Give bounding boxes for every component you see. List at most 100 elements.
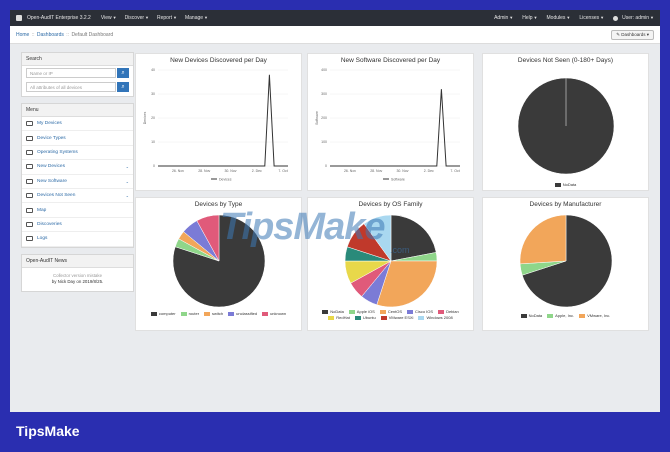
caret-down-icon: ▼ xyxy=(145,15,149,20)
nav-manage[interactable]: Manage▼ xyxy=(185,15,208,21)
menu-item-4[interactable]: New Software ⌄ xyxy=(22,175,133,189)
legend-item[interactable]: unclassified xyxy=(228,311,257,316)
x-tick-label: 30. Nov xyxy=(224,169,236,173)
news-panel-title: Open-AudIT News xyxy=(22,254,133,268)
legend-item[interactable]: computer xyxy=(150,311,176,316)
legend-swatch xyxy=(354,315,361,320)
menu-item-8[interactable]: Logs xyxy=(22,232,133,247)
nav-licenses[interactable]: Licenses▼ xyxy=(579,15,604,21)
menu-item-5[interactable]: Devices Not Seen ⌄ xyxy=(22,189,133,204)
nav-view[interactable]: View▼ xyxy=(101,15,117,21)
legend-item[interactable]: NoData xyxy=(322,309,344,314)
caret-down-icon: ▼ xyxy=(533,15,538,20)
legend-swatch xyxy=(418,315,425,320)
legend-label: VMware, Inc. xyxy=(587,313,611,318)
menu-item-0[interactable]: My Devices xyxy=(22,117,133,132)
legend-swatch xyxy=(180,311,187,316)
legend-swatch xyxy=(380,315,387,320)
y-tick-label: 30 xyxy=(151,92,155,96)
menu-item-label: Discoveries xyxy=(37,221,62,227)
legend-item[interactable]: switch xyxy=(204,311,223,316)
chart-legend: NoData Apple iOS CentOS Cisco IOS Debian RedH… xyxy=(308,309,473,320)
menu-item-label: Map xyxy=(37,207,47,213)
legend-item[interactable]: RedHat xyxy=(328,315,350,320)
chart-legend: NoData Apple, Inc. VMware, Inc. xyxy=(483,313,648,318)
monitor-icon xyxy=(26,121,33,127)
x-tick-label: 28. Nov xyxy=(198,169,210,173)
chart-card-by-manufacturer: Devices by Manufacturer NoData Apple, Inc… xyxy=(482,197,649,331)
watermark-logo: TipsMake xyxy=(220,206,385,248)
menu-item-6[interactable]: Map xyxy=(22,203,133,218)
legend-label: NoData xyxy=(330,309,344,314)
legend-label: Apple, Inc. xyxy=(555,313,575,318)
legend-item[interactable]: Apple, Inc. xyxy=(547,313,574,318)
news-panel: Open-AudIT News Collector version mistak… xyxy=(21,253,134,292)
legend-item[interactable]: CentOS xyxy=(379,309,403,314)
legend-item[interactable]: NoData xyxy=(520,313,542,318)
legend-item[interactable]: VMware ESXi xyxy=(380,315,414,320)
x-tick-label: 2. Dec xyxy=(424,169,434,173)
legend-label: VMware ESXi xyxy=(388,315,414,320)
footer-brand: TipsMake xyxy=(16,423,80,439)
legend-label: CentOS xyxy=(387,309,403,314)
caret-down-icon: ▼ xyxy=(600,15,605,20)
legend-label: Ubuntu xyxy=(362,315,376,320)
search-icon[interactable]: ⌕ xyxy=(117,68,129,78)
legend-swatch xyxy=(547,313,554,318)
legend-item[interactable]: Ubuntu xyxy=(354,315,376,320)
pie-slice xyxy=(519,214,567,265)
chart-card-new-software: New Software Discovered per Day 0 100 200 3… xyxy=(307,53,474,191)
y-tick-label: 400 xyxy=(321,68,327,72)
legend-item[interactable]: NoData xyxy=(554,182,576,187)
legend-swatch xyxy=(348,309,355,314)
legend-item[interactable]: Cisco IOS xyxy=(407,309,433,314)
x-tick-label: 30. Nov xyxy=(396,169,408,173)
legend-label: Software xyxy=(391,178,405,182)
chevron-down-icon[interactable]: ⌄ xyxy=(126,164,129,169)
legend-item[interactable]: router xyxy=(180,311,199,316)
pie-chart-by-manufacturer xyxy=(519,214,613,308)
legend-swatch xyxy=(150,311,157,316)
chevron-down-icon[interactable]: ⌄ xyxy=(126,179,129,184)
menu-item-2[interactable]: Operating Systems xyxy=(22,146,133,161)
breadcrumb-home[interactable]: Home xyxy=(16,32,29,38)
y-axis-label: Devices xyxy=(143,112,147,125)
legend-item[interactable]: Windows 2008 xyxy=(418,315,453,320)
legend-item[interactable]: Debian xyxy=(438,309,459,314)
chart-legend: NoData xyxy=(483,182,648,187)
y-tick-label: 300 xyxy=(321,92,327,96)
legend-swatch xyxy=(579,313,586,318)
attribute-search-input[interactable]: All attributes of all devices xyxy=(26,82,116,92)
menu-item-7[interactable]: Discoveries xyxy=(22,218,133,233)
legend-swatch xyxy=(379,309,386,314)
server-icon xyxy=(26,193,33,199)
nav-discover[interactable]: Discover▼ xyxy=(125,15,149,21)
nav-report[interactable]: Report▼ xyxy=(157,15,177,21)
legend-item[interactable]: Apple iOS xyxy=(348,309,375,314)
dashboards-button[interactable]: ✎ Dashboards ▾ xyxy=(611,29,654,40)
app-frame: Open-AudIT Enterprise 3.2.2 View▼ Discov… xyxy=(10,10,660,412)
chevron-down-icon[interactable]: ⌄ xyxy=(126,193,129,198)
legend-item[interactable]: unknown xyxy=(262,311,286,316)
series-line xyxy=(330,89,460,167)
nav-help[interactable]: Help▼ xyxy=(522,15,537,21)
y-tick-label: 10 xyxy=(151,140,155,144)
nav-admin[interactable]: Admin▼ xyxy=(494,15,513,21)
nav-user[interactable]: User: admin▼ xyxy=(622,15,654,21)
sidebar: Search Name or IP ⌕ All attributes of al… xyxy=(21,52,134,298)
nav-modules[interactable]: Modules▼ xyxy=(547,15,571,21)
caret-down-icon: ▼ xyxy=(204,15,209,20)
ip-search-input[interactable]: Name or IP xyxy=(26,68,116,78)
y-tick-label: 100 xyxy=(321,140,327,144)
legend-swatch xyxy=(407,309,414,314)
caret-down-icon: ▼ xyxy=(112,15,117,20)
menu-item-label: New Software xyxy=(37,178,67,184)
legend-item[interactable]: VMware, Inc. xyxy=(579,313,610,318)
app-logo-icon xyxy=(16,15,22,21)
brand-title: Open-AudIT Enterprise 3.2.2 xyxy=(27,15,91,21)
menu-item-3[interactable]: New Devices ⌄ xyxy=(22,160,133,175)
search-icon[interactable]: ⌕ xyxy=(117,82,129,92)
menu-item-1[interactable]: Device Types xyxy=(22,131,133,146)
breadcrumb-dashboards[interactable]: Dashboards xyxy=(37,32,64,38)
caret-down-icon: ▼ xyxy=(509,15,514,20)
